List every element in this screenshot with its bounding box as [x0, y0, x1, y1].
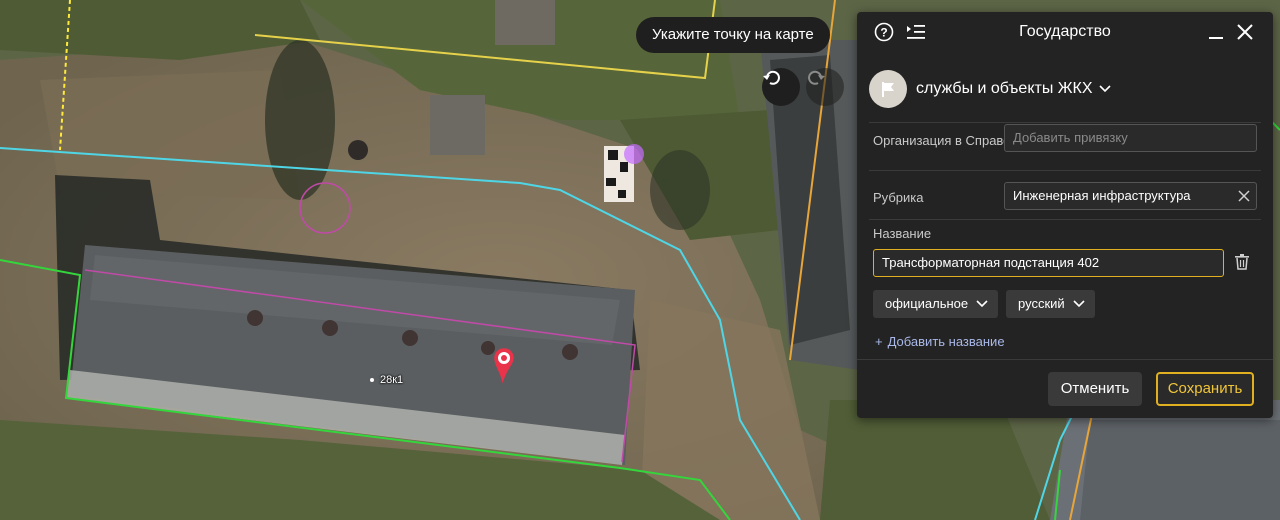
name-language-select[interactable]: русский	[1006, 290, 1095, 318]
plus-icon: +	[875, 334, 883, 349]
chevron-down-icon	[976, 300, 988, 308]
chevron-down-icon	[1098, 85, 1111, 93]
name-language-value: русский	[1018, 296, 1065, 311]
shed-roof	[495, 0, 555, 45]
rubric-input[interactable]: Инженерная инфраструктура	[1004, 182, 1257, 210]
object-edit-panel: ? Государство службы и объекты ЖКХ Орган…	[857, 12, 1273, 418]
chevron-down-icon	[1073, 300, 1085, 308]
name-label: Название	[873, 226, 932, 241]
org-input[interactable]: Добавить привязку	[1004, 124, 1257, 152]
divider	[869, 122, 1261, 123]
redo-icon	[808, 70, 825, 85]
map-hint-tooltip: Укажите точку на карте	[636, 17, 830, 53]
save-button[interactable]: Сохранить	[1156, 372, 1254, 406]
redo-button[interactable]	[806, 68, 844, 106]
close-icon	[1237, 24, 1253, 40]
delete-name-button[interactable]	[1235, 254, 1251, 272]
panel-header: ? Государство	[857, 12, 1273, 52]
name-input[interactable]: Трансформаторная подстанция 402	[873, 249, 1224, 277]
undo-icon	[763, 70, 780, 85]
close-button[interactable]	[1235, 22, 1255, 42]
rubric-label: Рубрика	[873, 190, 924, 205]
category-avatar	[869, 70, 907, 108]
org-placeholder: Добавить привязку	[1013, 130, 1128, 145]
divider	[869, 170, 1261, 171]
flag-icon	[882, 82, 894, 97]
clear-icon[interactable]	[1238, 190, 1250, 202]
minimize-button[interactable]	[1207, 24, 1225, 42]
house-number-label: 28к1	[370, 374, 403, 386]
name-type-value: официальное	[885, 296, 969, 311]
divider	[857, 359, 1273, 360]
cancel-button[interactable]: Отменить	[1048, 372, 1142, 406]
rubric-value: Инженерная инфраструктура	[1013, 188, 1191, 203]
undo-button[interactable]	[762, 68, 800, 106]
category-selector[interactable]: службы и объекты ЖКХ	[869, 70, 1111, 108]
trash-icon	[1235, 254, 1249, 270]
divider	[869, 219, 1261, 220]
name-type-select[interactable]: официальное	[873, 290, 999, 318]
category-label: службы и объекты ЖКХ	[916, 80, 1093, 97]
house-number-text: 28к1	[380, 374, 404, 386]
minimize-icon	[1209, 37, 1223, 39]
add-name-label: Добавить название	[887, 334, 1005, 349]
add-name-link[interactable]: + Добавить название	[875, 334, 1005, 349]
